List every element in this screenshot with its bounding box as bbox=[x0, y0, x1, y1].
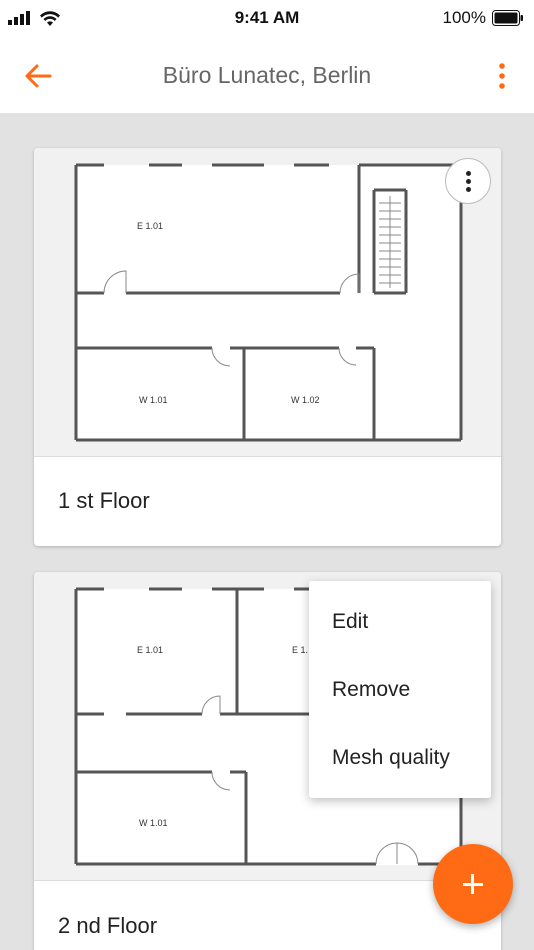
room-label-e101: E 1.01 bbox=[137, 645, 163, 655]
floor-plan-drawing: E 1.01 W 1.01 W 1.02 bbox=[74, 163, 463, 442]
room-label-w101: W 1.01 bbox=[139, 818, 168, 828]
card-divider bbox=[34, 880, 501, 881]
floor-label-2: 2 nd Floor bbox=[58, 913, 158, 938]
battery-icon bbox=[492, 10, 523, 26]
menu-item-edit[interactable]: Edit bbox=[332, 610, 368, 634]
room-label-e101: E 1.01 bbox=[137, 221, 163, 231]
room-label-w102: W 1.02 bbox=[291, 395, 320, 405]
app-bar: Büro Lunatec, Berlin bbox=[0, 36, 534, 113]
add-floor-button[interactable] bbox=[433, 844, 513, 924]
menu-item-mesh-quality[interactable]: Mesh quality bbox=[332, 746, 450, 770]
battery-percentage: 100% bbox=[442, 8, 486, 27]
floor-context-menu: Edit Remove Mesh quality bbox=[309, 581, 491, 798]
card-divider bbox=[34, 456, 501, 457]
status-bar: 9:41 AM 100% bbox=[0, 0, 534, 36]
page-title: Büro Lunatec, Berlin bbox=[162, 62, 372, 88]
room-label-e1: E 1. bbox=[292, 645, 308, 655]
floor-card-1[interactable]: E 1.01 W 1.01 W 1.02 1 st Floor bbox=[34, 148, 501, 546]
menu-item-remove[interactable]: Remove bbox=[332, 678, 410, 702]
floor-label-1: 1 st Floor bbox=[58, 488, 150, 513]
floor-plan-1: E 1.01 W 1.01 W 1.02 bbox=[34, 148, 501, 456]
more-vertical-icon[interactable] bbox=[492, 60, 512, 92]
room-label-w101: W 1.01 bbox=[139, 395, 168, 405]
floor-options-button[interactable] bbox=[445, 158, 491, 204]
